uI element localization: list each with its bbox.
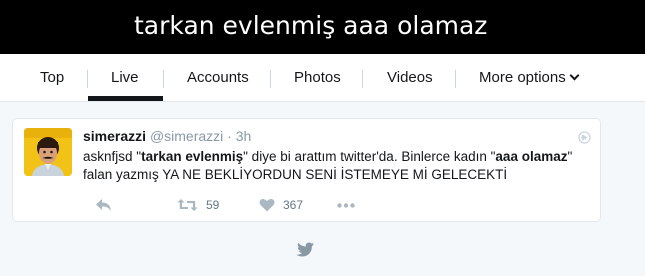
reply-button[interactable] (95, 195, 112, 215)
tab-divider (270, 70, 271, 88)
tweet-actions: 59 367 (83, 195, 593, 215)
retweet-button[interactable]: 59 (177, 195, 219, 215)
tab-divider (87, 70, 88, 88)
tweet-card[interactable]: simerazzi @simerazzi · 3h asknfjsd "tark… (12, 118, 601, 222)
tab-top[interactable]: Top (40, 54, 64, 101)
avatar[interactable] (24, 128, 72, 176)
tab-live[interactable]: Live (111, 54, 139, 101)
like-button[interactable]: 367 (259, 195, 303, 215)
search-query-title: tarkan evlenmiş aaa olamaz (134, 11, 488, 40)
heart-icon (259, 199, 275, 212)
twitter-bird-icon (296, 242, 314, 257)
more-options-label: More options (479, 69, 566, 86)
like-count: 367 (283, 198, 304, 212)
tweet-author-handle[interactable]: @simerazzi (150, 128, 223, 144)
more-actions-button[interactable] (337, 195, 355, 215)
tweet-header: simerazzi @simerazzi · 3h (83, 128, 251, 144)
active-tab-indicator (88, 96, 163, 101)
globe-icon (578, 131, 591, 144)
tab-photos[interactable]: Photos (294, 54, 341, 101)
tab-divider (455, 70, 456, 88)
retweet-icon (177, 199, 198, 211)
tweet-text-part: " diye bi arattım twitter'da. Binlerce k… (243, 149, 496, 164)
tab-accounts[interactable]: Accounts (187, 54, 249, 101)
tweet-text-highlight: tarkan evlenmiş (141, 149, 244, 164)
tab-divider (163, 70, 164, 88)
tab-divider (362, 70, 363, 88)
reply-icon (96, 199, 111, 211)
retweet-count: 59 (206, 198, 220, 212)
more-dots-icon (337, 202, 355, 208)
tweet-text-part: asknfjsd " (83, 149, 142, 164)
search-header: tarkan evlenmiş aaa olamaz (0, 0, 645, 54)
tweet-separator: · (227, 128, 232, 144)
tab-more-options[interactable]: More options (479, 54, 580, 101)
tweet-author-name[interactable]: simerazzi (83, 128, 146, 144)
tab-videos[interactable]: Videos (387, 54, 433, 101)
tweet-text: asknfjsd "tarkan evlenmiş" diye bi aratt… (83, 148, 593, 184)
search-tabs: Top Live Accounts Photos Videos More opt… (0, 54, 645, 102)
tweet-text-highlight: aaa olamaz (495, 149, 568, 164)
tweet-timestamp[interactable]: 3h (236, 128, 252, 144)
chevron-down-icon (569, 70, 580, 81)
